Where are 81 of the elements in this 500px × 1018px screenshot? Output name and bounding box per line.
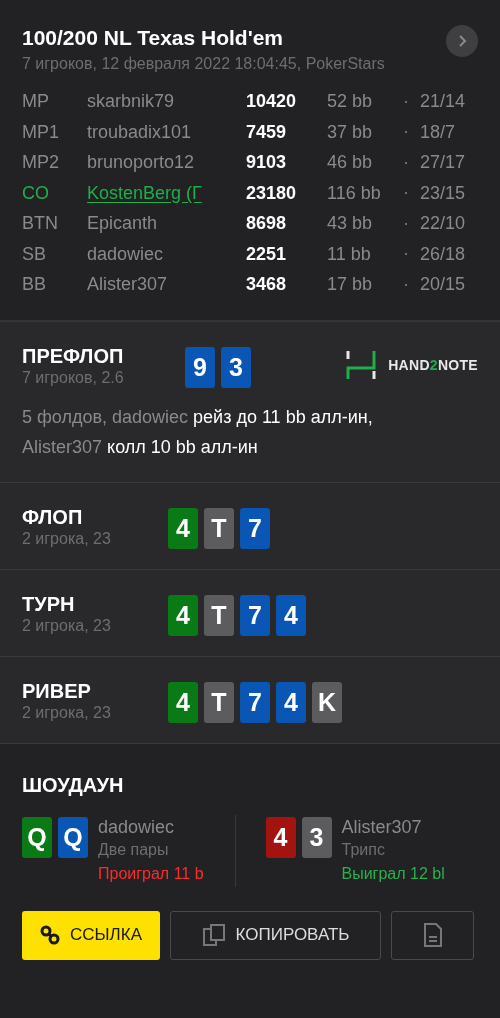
- playing-card: 4: [265, 816, 296, 858]
- stack-amount: 2251: [246, 243, 288, 265]
- stack-bb: 17 bb: [327, 274, 374, 296]
- street-title: РИВЕР: [22, 678, 92, 703]
- player-stats: 20/15: [420, 274, 467, 296]
- playing-card: T: [204, 507, 234, 549]
- stack-bb: 37 bb: [327, 121, 374, 143]
- playing-card: 7: [240, 594, 270, 636]
- playing-card: 4: [168, 594, 198, 636]
- street-info: 2 игрока, 23: [22, 528, 112, 548]
- playing-card: 4: [276, 681, 306, 723]
- logo-text: HAND2NOTE: [388, 356, 478, 373]
- playing-card: 4: [168, 681, 198, 723]
- playing-card: 3: [221, 346, 251, 388]
- player-name[interactable]: skarbnik79: [87, 91, 246, 113]
- stack-bb: 116 bb: [327, 182, 382, 204]
- street-title: ФЛОП: [22, 504, 84, 529]
- street-title: ПРЕФЛОП: [22, 343, 125, 368]
- playing-card: 9: [185, 346, 215, 388]
- result-text: Выиграл 12 bl: [341, 863, 445, 884]
- stack-bb: 46 bb: [327, 152, 374, 174]
- action-description: 5 фолдов, dadowiec рейз до 11 bb алл-ин, Alister307 колл 10 bb алл-ин: [22, 405, 374, 459]
- showdown-title: ШОУДАУН: [22, 773, 125, 797]
- player-stats: 21/14: [420, 91, 467, 113]
- position-label: MP: [22, 91, 50, 113]
- hand-combination: Трипс: [341, 839, 386, 860]
- player-stats: 22/10: [420, 213, 467, 235]
- position-label: BB: [22, 274, 47, 296]
- stack-amount: 3468: [246, 274, 288, 296]
- position-label: SB: [22, 243, 47, 265]
- stack-amount: 8698: [246, 213, 288, 235]
- player-name[interactable]: brunoporto12: [87, 152, 246, 174]
- stack-amount: 10420: [246, 91, 298, 113]
- copy-button[interactable]: КОПИРОВАТЬ: [170, 910, 381, 960]
- stack-bb: 11 bb: [327, 243, 372, 265]
- street-info: 2 игрока, 23: [22, 702, 112, 722]
- street-info: 2 игрока, 23: [22, 615, 112, 635]
- position-label: MP1: [22, 121, 60, 143]
- player-stats: 27/17: [420, 152, 467, 174]
- result-text: Проиграл 11 b: [98, 863, 204, 884]
- player-stats: 26/18: [420, 243, 467, 265]
- chevron-icon: [456, 34, 468, 48]
- playing-card: 7: [240, 507, 270, 549]
- position-label: CO: [22, 182, 50, 204]
- playing-card: 4: [276, 594, 306, 636]
- playing-card: 4: [168, 507, 198, 549]
- player-stats: 18/7: [420, 121, 457, 143]
- stack-bb: 52 bb: [327, 91, 374, 113]
- position-label: BTN: [22, 213, 59, 235]
- position-label: MP2: [22, 152, 60, 174]
- player-name: dadowiec: [98, 815, 176, 839]
- document-button[interactable]: [391, 910, 474, 960]
- player-name: Alister307: [341, 815, 423, 839]
- player-stats: 23/15: [420, 182, 467, 204]
- link-icon: [40, 925, 60, 945]
- playing-card: 7: [240, 681, 270, 723]
- link-button[interactable]: ССЫЛКА: [22, 910, 160, 960]
- playing-card: Q: [22, 816, 52, 858]
- logo-icon: [346, 349, 377, 380]
- hand-subtitle: 7 игроков, 12 февраля 2022 18:04:45, PokerStars: [22, 55, 386, 73]
- copy-icon: [201, 923, 226, 947]
- playing-card: T: [204, 594, 234, 636]
- playing-card: T: [204, 681, 234, 723]
- street-info: 7 игроков, 2.6: [22, 367, 125, 387]
- stack-amount: 23180: [246, 182, 298, 204]
- next-button[interactable]: [446, 25, 478, 57]
- player-name[interactable]: troubadix101: [87, 121, 246, 143]
- hand-combination: Две пары: [98, 839, 170, 860]
- playing-card: 3: [301, 816, 332, 858]
- player-name[interactable]: Alister307: [87, 274, 246, 296]
- stack-amount: 9103: [246, 152, 288, 174]
- playing-card: K: [312, 681, 342, 723]
- street-title: ТУРН: [22, 591, 76, 616]
- player-name[interactable]: Epicanth: [87, 213, 246, 235]
- player-name[interactable]: KostenBerg (Г: [87, 182, 246, 204]
- playing-card: Q: [58, 816, 88, 858]
- document-icon: [422, 923, 443, 947]
- player-name[interactable]: dadowiec: [87, 243, 246, 265]
- stack-bb: 43 bb: [327, 213, 374, 235]
- stack-amount: 7459: [246, 121, 288, 143]
- hand-title: 100/200 NL Texas Hold'em: [22, 26, 283, 50]
